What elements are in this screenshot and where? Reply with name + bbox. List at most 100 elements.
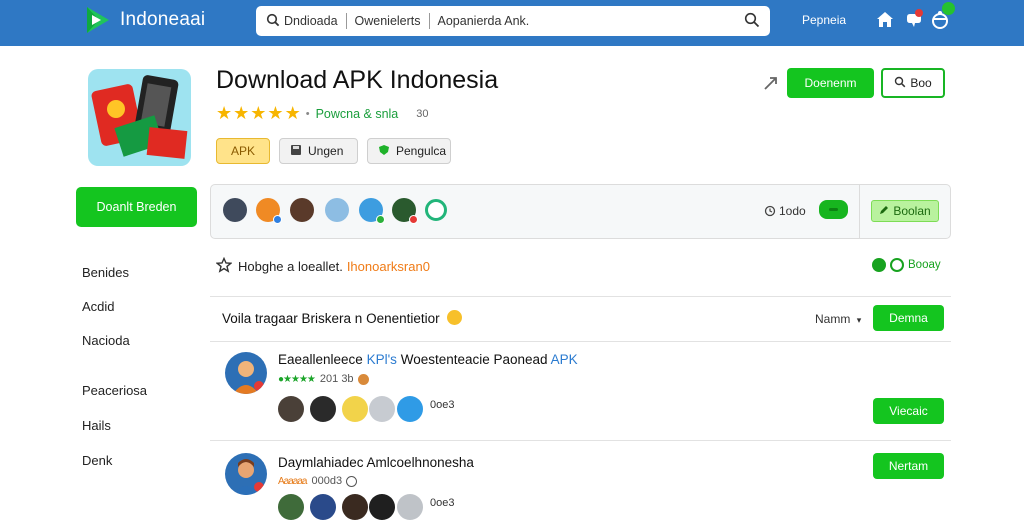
review-title-highlight: KPl's bbox=[366, 352, 397, 367]
panel-count-value: 1odo bbox=[779, 204, 806, 218]
app-icon bbox=[88, 69, 191, 166]
star-outline-icon bbox=[215, 256, 233, 276]
reactor-avatar[interactable] bbox=[310, 494, 336, 520]
review-title-part: Daymlahiadec Amlcoelhnonesha bbox=[278, 455, 474, 470]
reactor-avatar[interactable] bbox=[310, 396, 336, 422]
tag-pengulca[interactable]: Pengulca bbox=[367, 138, 451, 164]
user-avatar[interactable] bbox=[256, 198, 282, 224]
reactor-avatar[interactable] bbox=[278, 396, 304, 422]
rating-row: ★ ★ ★ ★ ★ • Powcna & snla 30 bbox=[216, 103, 429, 124]
search-term[interactable]: Dndioada bbox=[284, 14, 338, 28]
reactor-avatar[interactable] bbox=[369, 396, 395, 422]
search-submit-icon[interactable] bbox=[744, 12, 760, 31]
review-meta-text: 201 3b bbox=[319, 373, 354, 385]
section-action-button[interactable]: Demna bbox=[873, 305, 944, 331]
secondary-button[interactable]: Boo bbox=[881, 68, 945, 98]
search-term[interactable]: Aopanierda Ank. bbox=[438, 14, 530, 28]
sort-label: Namm bbox=[815, 312, 851, 326]
star-icon: ★ bbox=[284, 103, 301, 123]
tag-apk[interactable]: APK bbox=[216, 138, 270, 164]
download-button[interactable]: Doenenm bbox=[787, 68, 874, 98]
notifications-icon[interactable] bbox=[903, 8, 925, 30]
panel-count: 1odo bbox=[764, 204, 806, 220]
sidebar-item[interactable]: Hails bbox=[82, 418, 111, 433]
search-icon bbox=[266, 13, 280, 30]
panel-action-button[interactable]: Boolan bbox=[871, 200, 939, 222]
divider bbox=[210, 296, 951, 297]
smile-emoji-icon bbox=[447, 310, 463, 325]
shield-icon bbox=[378, 144, 390, 159]
sort-dropdown[interactable]: Namm ▾ bbox=[815, 312, 861, 326]
sidebar-cta-button[interactable]: Doanlt Breden bbox=[76, 187, 197, 227]
notice-text: Hobghe a loeallet. bbox=[238, 258, 343, 274]
status-indicator: Booay bbox=[872, 258, 941, 272]
section-action-label: Demna bbox=[889, 311, 928, 325]
star-icon: ★ bbox=[267, 103, 284, 123]
reactor-avatar[interactable] bbox=[278, 494, 304, 520]
tag-label: Pengulca bbox=[396, 144, 447, 158]
review-title-part: Woestenteacie Paonead bbox=[400, 352, 548, 367]
reactor-avatar[interactable] bbox=[397, 494, 423, 520]
user-avatar[interactable] bbox=[223, 198, 247, 222]
search-divider bbox=[428, 13, 430, 29]
download-button-label: Doenenm bbox=[804, 76, 857, 90]
search-bar[interactable]: Dndioada Owenielerts Aopanierda Ank. bbox=[256, 6, 770, 36]
save-icon bbox=[290, 144, 302, 159]
sidebar-item[interactable]: Acdid bbox=[82, 299, 115, 314]
section-title-text: Voila tragaar Briskera n Oenentietior bbox=[222, 311, 440, 326]
review-action-label: Nertam bbox=[888, 459, 929, 473]
reviewer-avatar[interactable] bbox=[225, 453, 267, 495]
search-divider bbox=[345, 13, 347, 29]
review-title[interactable]: Eaeallenleece KPl's Woestenteacie Paonea… bbox=[278, 352, 578, 367]
star-icon: ★ bbox=[250, 103, 267, 123]
panel-divider bbox=[859, 184, 860, 239]
review-title-part: Eaeallenleece bbox=[278, 352, 363, 367]
app-provider[interactable]: Powcna & snla bbox=[316, 107, 399, 121]
review-meta-text: 000d3 bbox=[311, 475, 343, 487]
user-avatar[interactable] bbox=[290, 198, 314, 222]
more-avatars-icon[interactable] bbox=[425, 199, 447, 221]
star-icon: ★ bbox=[216, 103, 233, 123]
bird-icon[interactable] bbox=[397, 396, 423, 422]
sidebar-item[interactable]: Denk bbox=[82, 453, 112, 468]
sidebar-item[interactable]: Peaceriosa bbox=[82, 383, 147, 398]
review-action-button[interactable]: Nertam bbox=[873, 453, 944, 479]
nav-link[interactable]: Pepneia bbox=[802, 13, 846, 27]
review-meta: Aaaaaa 000d3 bbox=[278, 475, 358, 487]
user-avatar[interactable] bbox=[325, 198, 349, 222]
reactor-avatar[interactable] bbox=[369, 494, 395, 520]
reactor-avatar[interactable] bbox=[342, 396, 368, 422]
reviewer-avatar[interactable] bbox=[225, 352, 267, 394]
tag-ungen[interactable]: Ungen bbox=[279, 138, 358, 164]
share-icon[interactable] bbox=[762, 74, 780, 97]
notice-highlight[interactable]: Ihonoarksran0 bbox=[347, 259, 430, 274]
cart-badge bbox=[942, 2, 955, 15]
cart-icon[interactable] bbox=[929, 2, 955, 30]
section-title: Voila tragaar Briskera n Oenentietior bbox=[222, 310, 463, 326]
divider bbox=[210, 341, 951, 342]
dot-separator: • bbox=[305, 107, 310, 120]
review-action-label: Viecaic bbox=[889, 404, 928, 418]
user-avatar[interactable] bbox=[359, 198, 385, 224]
secondary-button-label: Boo bbox=[910, 76, 932, 90]
reactor-avatar[interactable] bbox=[342, 494, 368, 520]
sidebar-item[interactable]: Nacioda bbox=[82, 333, 130, 348]
rating-count: 30 bbox=[416, 107, 429, 120]
review-action-button[interactable]: Viecaic bbox=[873, 398, 944, 424]
pencil-icon bbox=[879, 204, 889, 218]
play-logo-icon bbox=[84, 5, 112, 35]
brand-logo[interactable]: Indoneaai bbox=[84, 4, 205, 36]
toggle-pill[interactable] bbox=[819, 200, 848, 219]
review-stars: ●★★★★ bbox=[278, 373, 316, 385]
notification-badge bbox=[915, 9, 923, 17]
review-stars: Aaaaaa bbox=[278, 475, 308, 487]
review-title[interactable]: Daymlahiadec Amlcoelhnonesha bbox=[278, 455, 474, 470]
review-title-tail: APK bbox=[550, 352, 578, 367]
home-icon[interactable] bbox=[874, 8, 896, 30]
chevron-down-icon: ▾ bbox=[856, 315, 862, 325]
sidebar-item[interactable]: Benides bbox=[82, 265, 129, 280]
panel-action-label: Boolan bbox=[893, 204, 931, 218]
emoji-icon bbox=[346, 475, 358, 487]
user-avatar[interactable] bbox=[392, 198, 418, 224]
search-term[interactable]: Owenielerts bbox=[355, 14, 421, 28]
